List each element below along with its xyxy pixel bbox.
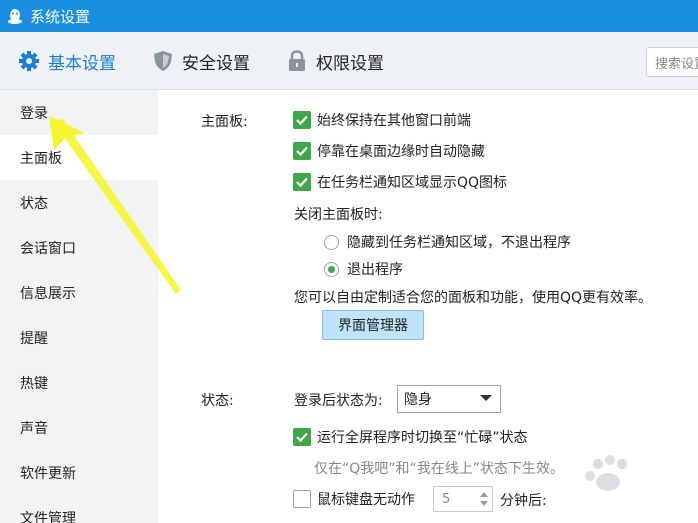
radio-label: 隐藏到任务栏通知区域，不退出程序 [347, 235, 571, 251]
idle-checkbox[interactable]: 鼠标键盘无动作 [293, 489, 415, 509]
tray-icon-checkbox[interactable]: 在任务栏通知区域显示QQ图标 [293, 172, 507, 192]
chevron-down-icon [480, 395, 492, 401]
fullscreen-busy-checkbox[interactable]: 运行全屏程序时切换至“忙碌”状态 [293, 427, 528, 447]
main-panel-section-label: 主面板: [201, 114, 248, 130]
status-section-label: 状态: [201, 393, 234, 409]
idle-minutes-stepper[interactable]: 5 [433, 486, 493, 512]
hide-to-tray-radio[interactable]: 隐藏到任务栏通知区域，不退出程序 [324, 232, 571, 252]
sidebar-item-reminders[interactable]: 提醒 [0, 315, 158, 360]
exit-program-radio[interactable]: 退出程序 [324, 259, 403, 279]
tab-permission-settings[interactable]: 权限设置 [286, 32, 384, 90]
sidebar-item-chat-window[interactable]: 会话窗口 [0, 225, 158, 270]
tab-label: 基本设置 [48, 53, 116, 74]
qq-penguin-icon [8, 9, 22, 24]
sidebar-item-sound[interactable]: 声音 [0, 405, 158, 450]
title-bar: 系统设置 [0, 0, 698, 32]
checkmark-icon [293, 428, 311, 446]
settings-tab-bar: 基本设置 安全设置 权限设置 搜索设置 [0, 32, 698, 90]
always-on-top-checkbox[interactable]: 始终保持在其他窗口前端 [293, 110, 471, 130]
radio-selected-icon [324, 261, 339, 277]
select-value: 隐身 [404, 392, 432, 408]
checkmark-icon [293, 142, 311, 160]
sidebar-item-login[interactable]: 登录 [0, 90, 158, 135]
close-main-panel-label: 关闭主面板时: [294, 207, 383, 223]
sidebar-item-software-update[interactable]: 软件更新 [0, 450, 158, 495]
radio-label: 退出程序 [347, 262, 403, 278]
sidebar-item-info-display[interactable]: 信息展示 [0, 270, 158, 315]
gear-icon [18, 50, 40, 72]
checkbox-label: 停靠在桌面边缘时自动隐藏 [317, 144, 485, 160]
checkbox-label: 始终保持在其他窗口前端 [317, 113, 471, 129]
ui-manager-button[interactable]: 界面管理器 [322, 310, 424, 340]
shield-icon [152, 50, 174, 72]
checkbox-label: 在任务栏通知区域显示QQ图标 [317, 175, 508, 191]
sidebar-item-status[interactable]: 状态 [0, 180, 158, 225]
checkbox-empty-icon [293, 490, 311, 508]
customization-description: 您可以自由定制适合您的面板和功能，使用QQ更有效率。 [294, 290, 653, 306]
spin-arrows-icon[interactable] [479, 490, 489, 508]
tab-basic-settings[interactable]: 基本设置 [18, 32, 116, 90]
sidebar-item-hotkeys[interactable]: 热键 [0, 360, 158, 405]
radio-circle-icon [324, 234, 339, 250]
checkbox-label: 运行全屏程序时切换至“忙碌”状态 [317, 430, 528, 446]
sidebar: 登录 主面板 状态 会话窗口 信息展示 提醒 热键 声音 软件更新 文件管理 [0, 90, 158, 523]
lock-icon [286, 50, 308, 72]
checkmark-icon [293, 173, 311, 191]
search-placeholder: 搜索设置 [655, 57, 698, 72]
tab-label: 安全设置 [182, 53, 250, 74]
sidebar-item-main-panel[interactable]: 主面板 [0, 135, 158, 180]
tab-security-settings[interactable]: 安全设置 [152, 32, 250, 90]
after-login-status-label: 登录后状态为: [294, 393, 383, 409]
baidu-watermark-icon [585, 455, 627, 491]
fullscreen-busy-hint: 仅在“Q我吧”和“我在线上”状态下生效。 [314, 461, 565, 477]
checkbox-label: 鼠标键盘无动作 [317, 492, 415, 508]
tab-label: 权限设置 [316, 53, 384, 74]
window-title: 系统设置 [30, 7, 91, 26]
sidebar-item-file-management[interactable]: 文件管理 [0, 495, 158, 523]
checkmark-icon [293, 111, 311, 129]
auto-hide-edge-checkbox[interactable]: 停靠在桌面边缘时自动隐藏 [293, 141, 485, 161]
stepper-value: 5 [442, 491, 451, 507]
login-status-select[interactable]: 隐身 [397, 385, 501, 413]
search-input[interactable]: 搜索设置 [646, 47, 698, 77]
